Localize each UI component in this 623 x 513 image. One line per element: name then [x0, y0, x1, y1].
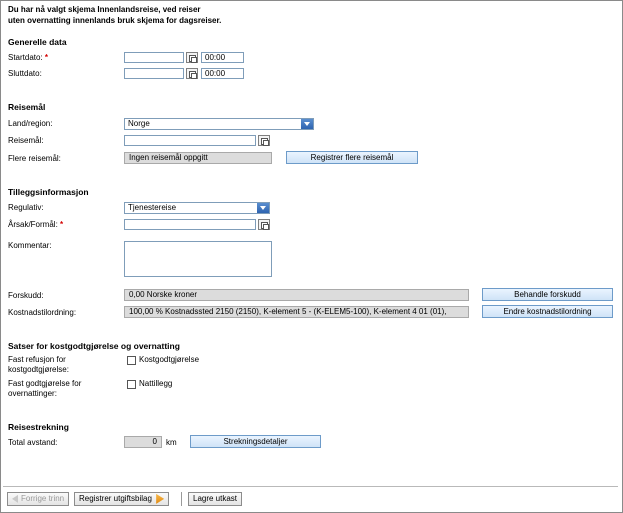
- total-distance-value: 0: [124, 436, 162, 448]
- intro-text: Du har nå valgt skjema Innenlandsreise, …: [8, 4, 221, 26]
- more-destinations-label: Flere reisemål:: [8, 154, 61, 163]
- save-draft-button[interactable]: Lagre utkast: [188, 492, 243, 506]
- fixed-overnight-label: Fast godtgjørelse for overnattinger:: [8, 379, 82, 398]
- more-destinations-value: Ingen reisemål oppgitt: [124, 152, 272, 164]
- chevron-down-icon[interactable]: [301, 119, 313, 129]
- regulation-select[interactable]: Tjenestereise: [124, 202, 270, 214]
- purpose-input[interactable]: [124, 219, 256, 230]
- required-mark: *: [44, 53, 49, 62]
- arrow-right-icon: [156, 493, 165, 504]
- destination-input[interactable]: [124, 135, 256, 146]
- meal-allowance-checkbox-label[interactable]: Kostgodtgjørelse: [139, 355, 199, 365]
- change-cost-assignment-button[interactable]: Endre kostnadstilordning: [482, 305, 613, 318]
- comment-textarea[interactable]: [124, 241, 272, 277]
- destination-heading: Reisemål: [8, 102, 46, 112]
- cost-assignment-value: 100,00 % Kostnadssted 2150 (2150), K-ele…: [124, 306, 469, 318]
- advance-label: Forskudd:: [8, 291, 44, 300]
- end-date-label: Sluttdato:: [8, 69, 42, 78]
- start-date-calendar-icon[interactable]: [186, 52, 198, 63]
- purpose-lookup-icon[interactable]: [258, 219, 270, 230]
- footer-separator: [181, 492, 182, 506]
- end-date-calendar-icon[interactable]: [186, 68, 198, 79]
- country-select-value: Norge: [128, 119, 150, 128]
- advance-value: 0,00 Norske kroner: [124, 289, 469, 301]
- route-heading: Reisestrekning: [8, 422, 69, 432]
- intro-line-2: uten overnatting innenlands bruk skjema …: [8, 16, 222, 25]
- purpose-label: Årsak/Formål: *: [8, 220, 64, 229]
- arrow-left-icon: [12, 494, 18, 503]
- regulation-label: Regulativ:: [8, 203, 44, 212]
- start-date-input[interactable]: [124, 52, 184, 63]
- destination-label: Reisemål:: [8, 136, 44, 145]
- route-details-button[interactable]: Strekningsdetaljer: [190, 435, 321, 448]
- cost-assignment-label: Kostnadstilordning:: [8, 308, 77, 317]
- destination-lookup-icon[interactable]: [258, 135, 270, 146]
- meal-allowance-checkbox[interactable]: [127, 356, 136, 365]
- fixed-refund-label: Fast refusjon for kostgodtgjørelse:: [8, 355, 69, 374]
- country-label: Land/region:: [8, 119, 53, 128]
- night-allowance-checkbox[interactable]: [127, 380, 136, 389]
- handle-advance-button[interactable]: Behandle forskudd: [482, 288, 613, 301]
- distance-unit: km: [166, 438, 177, 447]
- register-more-destinations-button[interactable]: Registrer flere reisemål: [286, 151, 418, 164]
- intro-line-1: Du har nå valgt skjema Innenlandsreise, …: [8, 5, 201, 14]
- previous-step-button[interactable]: Forrige trinn: [7, 492, 70, 506]
- additional-heading: Tilleggsinformasjon: [8, 187, 89, 197]
- comment-label: Kommentar:: [8, 241, 52, 250]
- end-date-input[interactable]: [124, 68, 184, 79]
- end-time-input[interactable]: 00:00: [201, 68, 244, 79]
- night-allowance-checkbox-label[interactable]: Nattillegg: [139, 379, 172, 389]
- register-receipts-button[interactable]: Registrer utgiftsbilag: [74, 492, 170, 506]
- country-select[interactable]: Norge: [124, 118, 314, 130]
- total-distance-label: Total avstand:: [8, 438, 58, 447]
- start-time-input[interactable]: 00:00: [201, 52, 244, 63]
- required-mark: *: [60, 220, 64, 229]
- start-date-label: Startdato: *: [8, 53, 49, 62]
- regulation-select-value: Tjenestereise: [128, 203, 177, 212]
- chevron-down-icon[interactable]: [257, 203, 269, 213]
- general-heading: Generelle data: [8, 37, 67, 47]
- rates-heading: Satser for kostgodtgjørelse og overnatti…: [8, 341, 180, 351]
